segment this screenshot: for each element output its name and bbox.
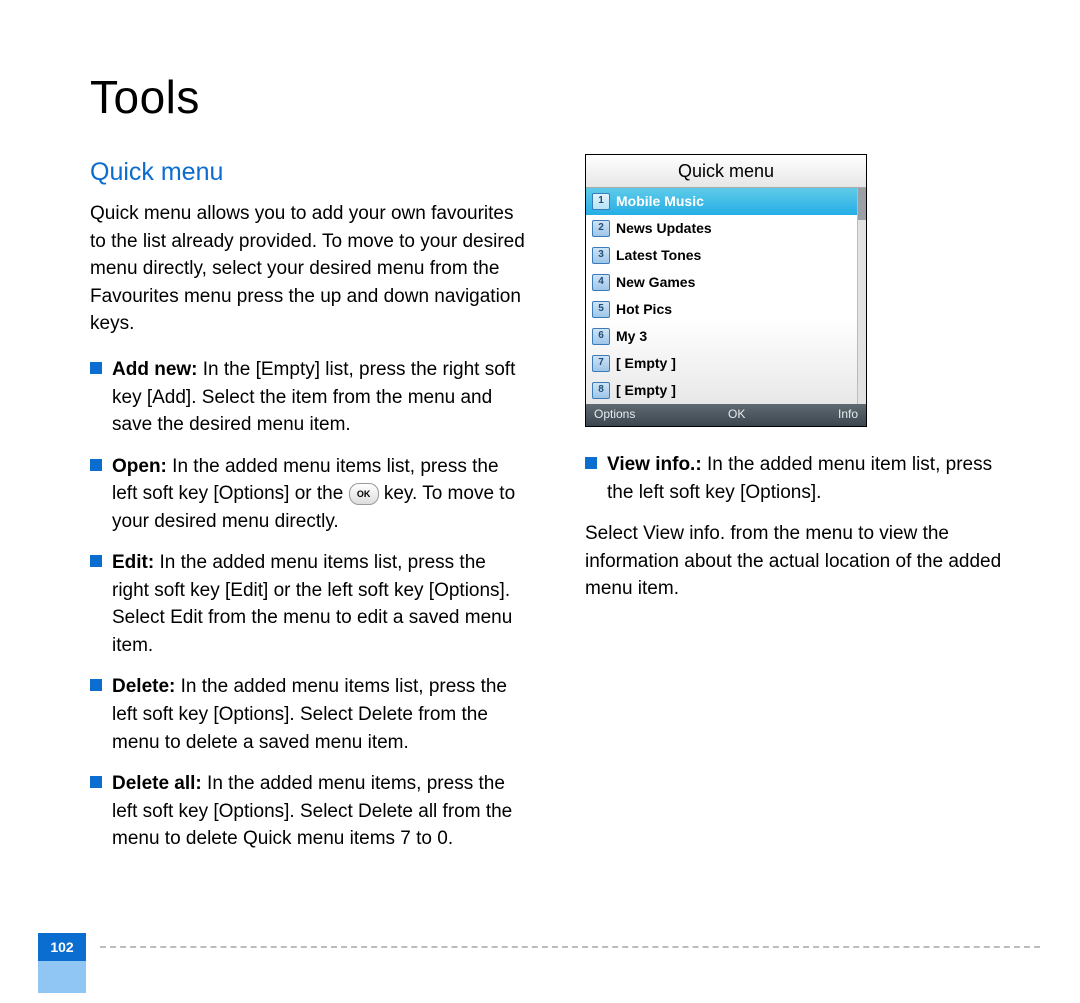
item-number-icon: 6	[592, 328, 610, 345]
phone-menu-item-7: 7[ Empty ]	[586, 350, 866, 377]
left-column: Quick menu Quick menu allows you to add …	[90, 154, 525, 867]
content-columns: Quick menu Quick menu allows you to add …	[90, 154, 1020, 867]
phone-menu-item-2: 2News Updates	[586, 215, 866, 242]
phone-menu-item-3: 3Latest Tones	[586, 242, 866, 269]
item-number-icon: 2	[592, 220, 610, 237]
square-bullet-icon	[90, 776, 102, 788]
phone-menu-item-6: 6My 3	[586, 323, 866, 350]
phone-menu-item-8: 8[ Empty ]	[586, 377, 866, 404]
right-column: Quick menu 1Mobile Music 2News Updates 3…	[585, 154, 1020, 867]
softkey-center: OK	[728, 406, 745, 423]
square-bullet-icon	[90, 555, 102, 567]
page-number-fade	[38, 961, 86, 993]
item-number-icon: 1	[592, 193, 610, 210]
phone-menu-item-4: 4New Games	[586, 269, 866, 296]
manual-page: Tools Quick menu Quick menu allows you t…	[0, 0, 1080, 1003]
softkey-left: Options	[594, 406, 635, 423]
softkey-right: Info	[838, 406, 858, 423]
page-number-box: 102	[38, 933, 86, 961]
item-number-icon: 7	[592, 355, 610, 372]
phone-screenshot: Quick menu 1Mobile Music 2News Updates 3…	[585, 154, 867, 427]
item-number-icon: 3	[592, 247, 610, 264]
square-bullet-icon	[90, 459, 102, 471]
item-number-icon: 5	[592, 301, 610, 318]
phone-menu-item-1: 1Mobile Music	[586, 188, 866, 215]
view-info-paragraph: Select View info. from the menu to view …	[585, 520, 1020, 603]
phone-softkey-bar: Options OK Info	[586, 404, 866, 426]
phone-screen-title: Quick menu	[586, 155, 866, 188]
bullet-view-info: View info.: In the added menu item list,…	[585, 451, 1020, 506]
footer-divider	[100, 946, 1040, 948]
bullet-open: Open: In the added menu items list, pres…	[90, 453, 525, 536]
bullet-edit: Edit: In the added menu items list, pres…	[90, 549, 525, 659]
square-bullet-icon	[585, 457, 597, 469]
square-bullet-icon	[90, 679, 102, 691]
phone-scrollbar	[857, 188, 866, 404]
section-heading: Quick menu	[90, 154, 525, 190]
phone-menu-item-5: 5Hot Pics	[586, 296, 866, 323]
bullet-delete-all: Delete all: In the added menu items, pre…	[90, 770, 525, 853]
phone-scroll-thumb	[858, 188, 866, 220]
item-number-icon: 8	[592, 382, 610, 399]
phone-menu-list: 1Mobile Music 2News Updates 3Latest Tone…	[586, 188, 866, 404]
bullet-delete: Delete: In the added menu items list, pr…	[90, 673, 525, 756]
page-title: Tools	[90, 70, 1020, 124]
intro-paragraph: Quick menu allows you to add your own fa…	[90, 200, 525, 338]
ok-key-icon: OK	[349, 483, 379, 505]
item-number-icon: 4	[592, 274, 610, 291]
square-bullet-icon	[90, 362, 102, 374]
bullet-add-new: Add new: In the [Empty] list, press the …	[90, 356, 525, 439]
